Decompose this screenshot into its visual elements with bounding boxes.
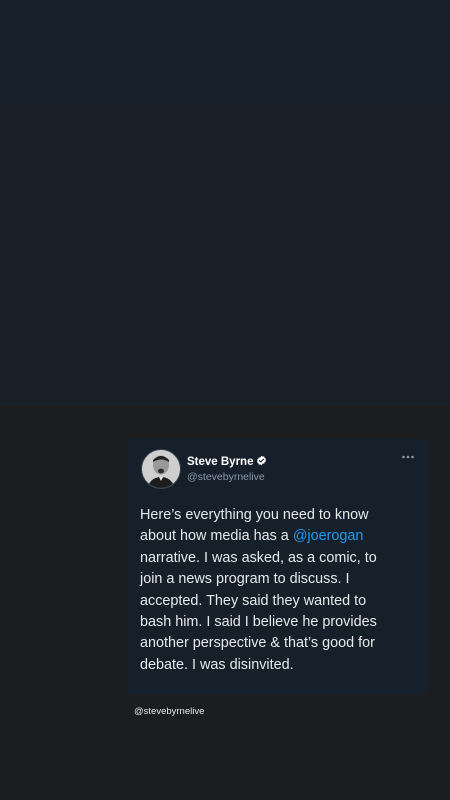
tweet-line: another perspective & that’s good for [140,635,375,652]
tweet-text: Here’s everything you need to know about… [140,505,422,676]
mention-link[interactable]: @joerogan [293,528,364,544]
avatar[interactable] [141,449,181,489]
story-canvas: Steve Byrne @stevebyrnelive Here’s every… [0,0,450,800]
background-top [0,0,450,106]
tweet-card[interactable]: Steve Byrne @stevebyrnelive Here’s every… [127,439,429,695]
tweet-line-text: about how media has a [140,528,293,545]
tweet-line: accepted. They said they wanted to [140,592,367,609]
tweet-line: debate. I was disinvited. [140,656,294,673]
tweet-line: join a news program to discuss. I [140,571,350,588]
author-handle[interactable]: @stevebyrnelive [187,471,265,483]
author-name-text: Steve Byrne [187,456,254,468]
tweet-line: Here’s everything you need to know [140,507,369,523]
verified-badge-icon [257,455,267,466]
avatar-portrait-icon [142,450,180,488]
tweet-line-with-mention: about how media has a @joerogan [140,526,422,547]
author-name[interactable]: Steve Byrne [187,455,267,468]
more-options-icon[interactable] [401,453,415,461]
background-middle [0,106,450,406]
credit-handle[interactable]: @stevebyrnelive [134,706,204,717]
tweet-line: narrative. I was asked, as a comic, to [140,549,377,566]
tweet-line: bash him. I said I believe he provides [140,614,377,631]
